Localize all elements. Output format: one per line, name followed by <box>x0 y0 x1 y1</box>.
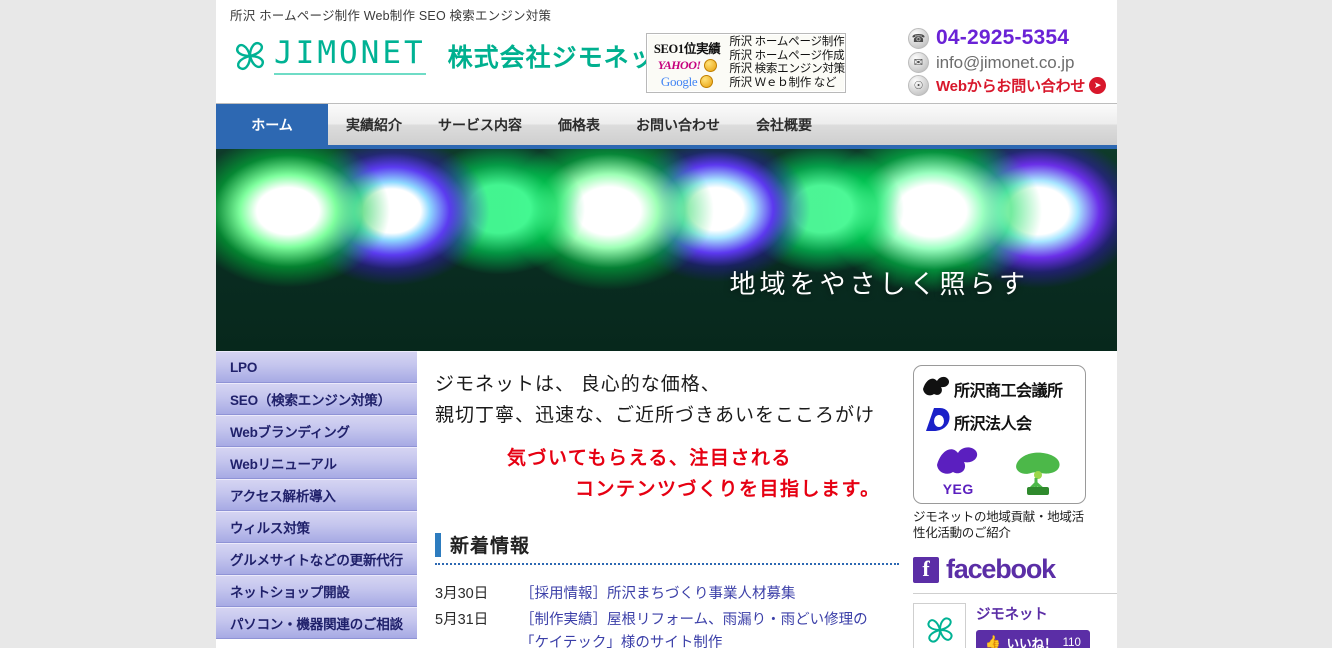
content-area: LPO SEO（検索エンジン対策） Webブランディング Webリニューアル ア… <box>216 351 1117 648</box>
news-date: 3月30日 <box>435 586 489 602</box>
news-link-line2: 「ケイテック」様のサイト制作 <box>520 635 723 648</box>
main-navigation: ホーム 実績紹介 サービス内容 価格表 お問い合わせ 会社概要 <box>216 103 1117 149</box>
contact-web-row[interactable]: ☉ Webからお問い合わせ ➤ <box>908 75 1107 96</box>
phone-number: 04-2925-5354 <box>936 26 1070 49</box>
yeg-bird-icon <box>933 447 983 482</box>
seo-keyword: 所沢 ホームページ制作 <box>729 36 845 48</box>
avatar <box>913 603 966 648</box>
news-date: 5月31日 <box>435 612 489 628</box>
site-tagline: 所沢 ホームページ制作 Web制作 SEO 検索エンジン対策 <box>230 9 552 23</box>
like-count: 110 <box>1062 636 1081 648</box>
tokorozawa-bird-icon <box>920 373 954 404</box>
association-row-houjin: 所沢法人会 <box>920 406 1079 438</box>
nav-item-home[interactable]: ホーム <box>216 104 328 145</box>
highlight-line-1: 気づいてもらえる、注目される <box>507 448 792 469</box>
yahoo-logo: YAHOO! <box>657 58 701 72</box>
seo-achievement-badge: SEO1位実績 YAHOO! Google 所沢 ホームページ制作 所沢 ホーム… <box>646 33 846 93</box>
site-header: 所沢 ホームページ制作 Web制作 SEO 検索エンジン対策 JIMONET 株… <box>216 0 1117 103</box>
facebook-f-icon: f <box>913 556 939 583</box>
phone-icon: ☎ <box>908 27 929 49</box>
seo-badge-yahoo-row: YAHOO! <box>658 58 717 73</box>
web-inquiry-label: Webからお問い合わせ <box>936 78 1086 95</box>
seo-keyword: 所沢 検索エンジン対策 <box>729 63 845 75</box>
sidebar-item-web-renewal[interactable]: Webリニューアル <box>216 447 417 479</box>
hero-tagline: 地域をやさしく照らす <box>729 270 1029 299</box>
yeg-label: YEG <box>942 481 974 497</box>
seo-badge-google-row: Google <box>660 73 714 89</box>
thumbs-up-icon: 👍 <box>985 635 1001 648</box>
news-link[interactable]: ［採用情報］所沢まちづくり事業人材募集 <box>520 583 796 606</box>
tokorozawa-mascot-icon <box>1010 449 1066 497</box>
clover-icon <box>927 617 952 642</box>
sidebar-item-virus[interactable]: ウィルス対策 <box>216 511 417 543</box>
facebook-header[interactable]: f facebook <box>913 554 1117 585</box>
news-item: 3月30日 ［採用情報］所沢まちづくり事業人材募集 <box>435 583 899 606</box>
news-accent-bar <box>435 532 441 557</box>
intro-line-2: 親切丁寧、迅速な、ご近所づきあいをこころがけ <box>435 405 876 426</box>
google-logo: Google <box>660 73 698 89</box>
facebook-like-button[interactable]: 👍 いいね！ 110 <box>976 630 1090 648</box>
medal-icon <box>703 59 717 72</box>
facebook-page-card: ジモネット 👍 いいね！ 110 <box>913 593 1117 648</box>
site-logo[interactable]: JIMONET 株式会社ジモネット <box>228 35 682 77</box>
association-row-yeg: YEG <box>920 442 1079 497</box>
sidebar-item-seo[interactable]: SEO（検索エンジン対策） <box>216 383 417 415</box>
association-caption: ジモネットの地域貢献・地域活性化活動のご紹介 <box>913 510 1084 540</box>
yeg-block: YEG <box>933 442 983 497</box>
sidebar-item-analytics[interactable]: アクセス解析導入 <box>216 479 417 511</box>
clover-icon <box>228 35 272 77</box>
nav-item-works[interactable]: 実績紹介 <box>328 104 420 145</box>
sidebar-item-web-branding[interactable]: Webブランディング <box>216 415 417 447</box>
logo-wordmark: JIMONET <box>274 37 426 75</box>
nav-item-pricing[interactable]: 価格表 <box>540 104 618 145</box>
seo-keyword: 所沢 Ｗｅｂ制作 など <box>729 76 837 89</box>
highlight-line-2: コンテンツづくりを目指します。 <box>575 479 881 500</box>
news-item: 5月31日 ［制作実績］屋根リフォーム、雨漏り・雨どい修理の 「ケイテック」様の… <box>435 609 899 648</box>
news-header: 新着情報 <box>435 531 899 565</box>
mail-icon: ✉ <box>908 52 929 73</box>
association-row-shoko: 所沢商工会議所 <box>920 373 1079 404</box>
email-address: info@jimonet.co.jp <box>936 52 1075 72</box>
facebook-brand-label: facebook <box>946 554 1056 584</box>
main-column: ジモネットは、 良心的な価格、 親切丁寧、迅速な、ご近所づきあいをこころがけ 気… <box>417 351 913 648</box>
contact-phone-row: ☎ 04-2925-5354 <box>908 26 1106 50</box>
sidebar-item-gourmet[interactable]: グルメサイトなどの更新代行 <box>216 543 417 575</box>
facebook-page-info: ジモネット 👍 いいね！ 110 <box>976 603 1090 648</box>
nav-item-company[interactable]: 会社概要 <box>738 104 830 145</box>
left-sidebar-menu: LPO SEO（検索エンジン対策） Webブランディング Webリニューアル ア… <box>216 351 417 639</box>
news-title: 新着情報 <box>450 536 531 557</box>
houjinkai-icon <box>920 406 954 438</box>
nav-item-services[interactable]: サービス内容 <box>420 104 540 145</box>
news-list: 3月30日 ［採用情報］所沢まちづくり事業人材募集 5月31日 ［制作実績］屋根… <box>435 583 899 648</box>
page-container: 所沢 ホームページ制作 Web制作 SEO 検索エンジン対策 JIMONET 株… <box>216 0 1117 648</box>
nav-item-contact[interactable]: お問い合わせ <box>618 104 738 145</box>
seo-badge-keywords: 所沢 ホームページ制作 所沢 ホームページ作成 所沢 検索エンジン対策 所沢 Ｗ… <box>727 34 845 92</box>
seo-keyword: 所沢 ホームページ作成 <box>729 49 845 62</box>
association-label: 所沢法人会 <box>954 416 1032 433</box>
contact-email-row[interactable]: ✉ info@jimonet.co.jp <box>908 52 1106 73</box>
association-badge-box[interactable]: 所沢商工会議所 所沢法人会 YEG <box>913 365 1086 504</box>
news-link[interactable]: ［制作実績］屋根リフォーム、雨漏り・雨どい修理の 「ケイテック」様のサイト制作 <box>520 609 868 648</box>
association-label: 所沢商工会議所 <box>954 382 1063 400</box>
arrow-right-icon: ➤ <box>1089 77 1107 94</box>
sidebar-item-lpo[interactable]: LPO <box>216 351 417 383</box>
medal-icon <box>700 75 714 88</box>
sidebar-item-netshop[interactable]: ネットショップ開設 <box>216 575 417 607</box>
seo-badge-left: SEO1位実績 YAHOO! Google <box>647 34 727 92</box>
facebook-page-name[interactable]: ジモネット <box>976 603 1090 624</box>
right-sidebar: 所沢商工会議所 所沢法人会 YEG ジモネットの地域貢献・地域活性化活動のご紹介… <box>913 351 1117 648</box>
hero-banner: 地域をやさしく照らす <box>216 149 1117 351</box>
globe-icon: ☉ <box>908 75 929 96</box>
news-link-line1: ［制作実績］屋根リフォーム、雨漏り・雨どい修理の <box>520 612 868 628</box>
seo-badge-title: SEO1位実績 <box>653 42 721 56</box>
news-section: 新着情報 3月30日 ［採用情報］所沢まちづくり事業人材募集 5月31日 ［制作… <box>435 531 899 648</box>
sidebar-item-pc-support[interactable]: パソコン・機器関連のご相談 <box>216 607 417 639</box>
like-label: いいね！ <box>1006 637 1057 648</box>
header-contact-block: ☎ 04-2925-5354 ✉ info@jimonet.co.jp ☉ We… <box>908 26 1107 98</box>
intro-line-1: ジモネットは、 良心的な価格、 <box>435 374 721 395</box>
